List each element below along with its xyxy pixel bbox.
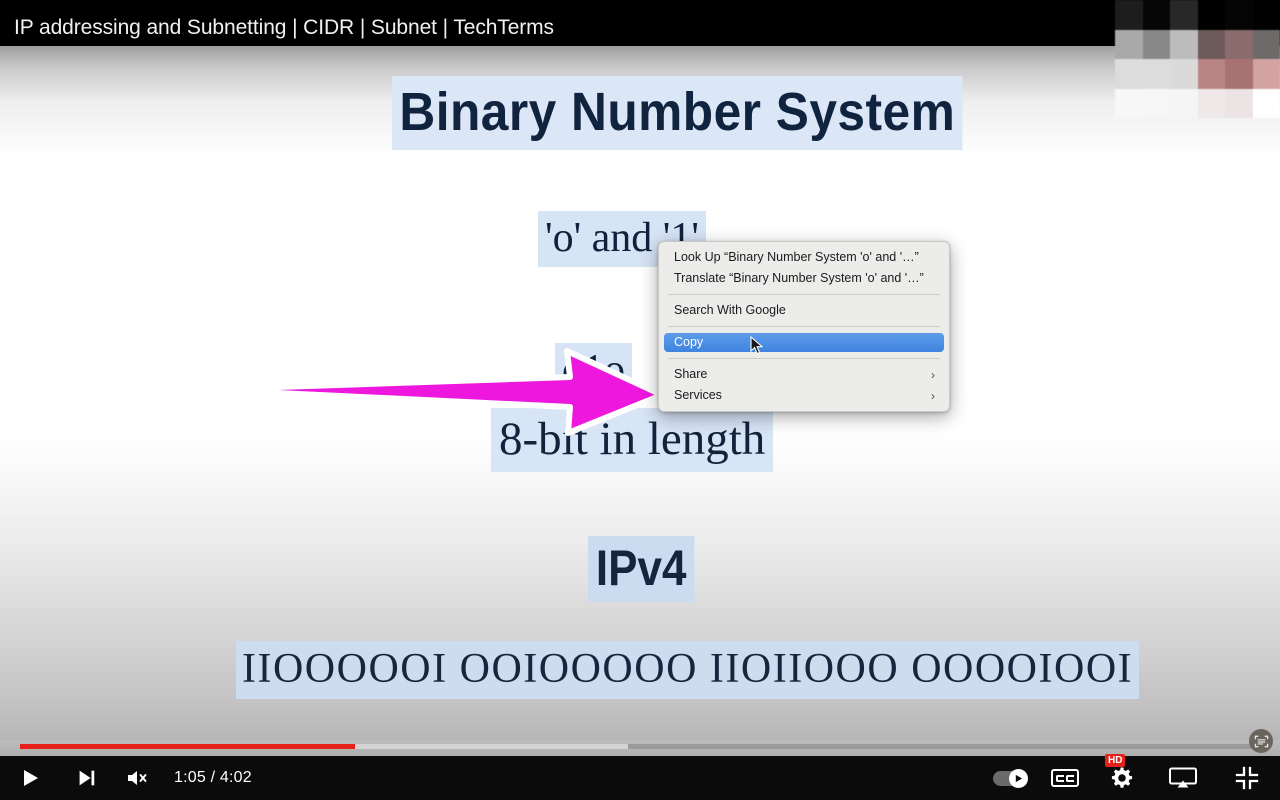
thumbnail-tile	[1142, 59, 1170, 89]
thumbnail-tile	[1252, 0, 1280, 30]
menu-separator-2	[668, 326, 940, 327]
chevron-right-icon-services: ›	[931, 388, 935, 403]
slide-line-protocol: IPv4	[588, 536, 695, 602]
airplay-button[interactable]	[1152, 756, 1214, 800]
menu-item-services[interactable]: Services ›	[664, 386, 944, 405]
live-text-scan-icon	[1254, 735, 1268, 747]
volume-button[interactable]	[112, 756, 160, 800]
menu-item-copy-label: Copy	[674, 335, 704, 349]
slide-line-protocol-text: IPv4	[588, 536, 695, 602]
menu-separator-1	[668, 294, 940, 295]
thumbnail-tile	[1115, 88, 1143, 118]
thumbnail-tile	[1197, 59, 1225, 89]
autoplay-switch[interactable]	[993, 768, 1028, 788]
progress-track[interactable]	[20, 744, 1260, 749]
thumbnail-tile	[1225, 0, 1253, 30]
next-track-icon	[79, 770, 95, 786]
thumbnail-tile	[1197, 88, 1225, 118]
slide-heading-text: Binary Number System	[392, 76, 963, 150]
slide-line-binary: IIOOOOOI OOIOOOOO IIOIIOOO OOOOIOOI	[236, 641, 1140, 699]
menu-item-translate[interactable]: Translate “Binary Number System 'o' and …	[664, 269, 944, 288]
thumbnail-tile	[1225, 29, 1253, 59]
player-controls: 1:05 / 4:02 HD	[0, 754, 1280, 800]
thumbnail-tile	[1197, 0, 1225, 30]
menu-separator-3	[668, 358, 940, 359]
live-text-scan-button[interactable]	[1249, 729, 1273, 753]
autoplay-toggle[interactable]	[982, 756, 1038, 800]
video-surface[interactable]: Binary Number System 'o' and '1' o1o 8-b…	[0, 46, 1280, 740]
menu-item-search-with-google-label: Search With Google	[674, 303, 786, 317]
menu-item-look-up-label: Look Up “Binary Number System 'o' and '……	[674, 250, 919, 264]
thumbnail-tile	[1142, 29, 1170, 59]
menu-item-services-label: Services	[674, 388, 722, 402]
captions-button[interactable]	[1038, 756, 1092, 800]
mouse-cursor-icon	[750, 336, 764, 355]
exit-fullscreen-button[interactable]	[1214, 756, 1280, 800]
progress-bar-area[interactable]	[0, 740, 1280, 756]
magenta-pointer-arrow-icon	[275, 348, 665, 436]
thumbnail-tile	[1170, 59, 1198, 89]
thumbnail-tile	[1225, 88, 1253, 118]
settings-button[interactable]: HD	[1092, 754, 1152, 800]
quality-badge: HD	[1105, 754, 1126, 767]
thumbnail-tile	[1170, 29, 1198, 59]
menu-item-translate-label: Translate “Binary Number System 'o' and …	[674, 271, 924, 285]
thumbnail-tile	[1142, 88, 1170, 118]
play-icon	[24, 770, 38, 786]
blurred-video-thumbnail	[1115, 0, 1280, 118]
closed-captions-icon	[1051, 769, 1079, 787]
context-menu[interactable]: Look Up “Binary Number System 'o' and '……	[658, 241, 950, 412]
menu-item-look-up[interactable]: Look Up “Binary Number System 'o' and '……	[664, 248, 944, 267]
menu-item-share[interactable]: Share ›	[664, 365, 944, 384]
thumbnail-tile	[1115, 59, 1143, 89]
autoplay-play-icon	[1015, 774, 1023, 782]
thumbnail-tile	[1115, 0, 1143, 30]
slide-line-binary-text: IIOOOOOI OOIOOOOO IIOIIOOO OOOOIOOI	[236, 641, 1140, 699]
menu-item-share-label: Share	[674, 367, 708, 381]
time-display: 1:05 / 4:02	[174, 769, 252, 786]
thumbnail-tile	[1225, 59, 1253, 89]
thumbnail-tile	[1170, 0, 1198, 30]
menu-item-search-with-google[interactable]: Search With Google	[664, 301, 944, 320]
airplay-icon	[1169, 767, 1197, 788]
thumbnail-tile	[1170, 88, 1198, 118]
thumbnail-tile	[1197, 29, 1225, 59]
next-video-button[interactable]	[60, 756, 112, 800]
exit-fullscreen-icon	[1235, 766, 1259, 790]
play-button[interactable]	[0, 756, 60, 800]
video-title-bar: IP addressing and Subnetting | CIDR | Su…	[0, 0, 1280, 46]
menu-item-copy[interactable]: Copy	[664, 333, 944, 355]
thumbnail-tile	[1115, 29, 1143, 59]
thumbnail-tile	[1252, 59, 1280, 89]
autoplay-knob	[1009, 768, 1028, 788]
progress-played	[20, 744, 355, 749]
thumbnail-tile	[1252, 88, 1280, 118]
chevron-right-icon-share: ›	[931, 367, 935, 382]
gear-icon	[1111, 767, 1133, 788]
slide-heading: Binary Number System	[392, 76, 963, 150]
video-title: IP addressing and Subnetting | CIDR | Su…	[14, 16, 554, 39]
thumbnail-tile	[1252, 29, 1280, 59]
screen-root: Binary Number System 'o' and '1' o1o 8-b…	[0, 0, 1280, 800]
volume-muted-icon	[128, 771, 147, 785]
thumbnail-tile	[1142, 0, 1170, 30]
